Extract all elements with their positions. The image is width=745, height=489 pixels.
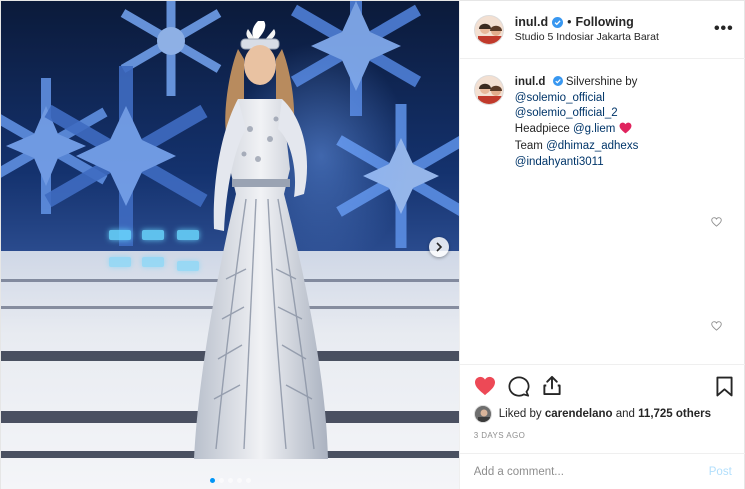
- led-panel: [109, 230, 131, 240]
- avatar[interactable]: [473, 14, 504, 45]
- location-link[interactable]: Studio 5 Indosiar Jakarta Barat: [515, 30, 659, 45]
- carousel-dot: [228, 478, 233, 483]
- heart-filled-icon[interactable]: [474, 376, 496, 401]
- separator-dot: •: [567, 14, 572, 29]
- led-panel: [142, 257, 164, 267]
- led-panel: [142, 230, 164, 240]
- carousel-dot: [246, 478, 251, 483]
- comment-like-icon[interactable]: [711, 318, 722, 336]
- comment-like-icon[interactable]: [711, 214, 722, 232]
- carousel-next-button[interactable]: [429, 237, 449, 257]
- post-sidebar: inul.d • Following Studio 5 Indosiar Jak…: [458, 1, 745, 489]
- instagram-post: inul.d • Following Studio 5 Indosiar Jak…: [0, 0, 745, 489]
- caption-label: Headpiece: [514, 122, 570, 135]
- verified-badge-icon: [552, 16, 564, 28]
- carousel-indicator: [1, 478, 459, 483]
- avatar[interactable]: [473, 75, 504, 105]
- comment-icon[interactable]: [508, 376, 530, 402]
- post-caption: inul.d Silvershine by @solemio_official …: [473, 75, 734, 170]
- bookmark-icon[interactable]: [716, 376, 733, 402]
- caption-line: Silvershine by: [565, 76, 638, 88]
- led-panel: [109, 257, 131, 267]
- following-button[interactable]: Following: [575, 15, 633, 30]
- likes-summary: Liked by carendelano and 11,725 others: [473, 405, 711, 423]
- mention-link[interactable]: @indahyanti3011: [515, 156, 604, 168]
- mention-link[interactable]: @g.liem: [573, 123, 615, 135]
- carousel-dot: [219, 478, 224, 483]
- share-icon[interactable]: [542, 375, 562, 401]
- post-header: inul.d • Following Studio 5 Indosiar Jak…: [459, 1, 745, 59]
- woman-in-gown: [194, 21, 328, 459]
- post-photo[interactable]: [1, 1, 459, 489]
- chevron-right-icon: [436, 242, 443, 252]
- post-date[interactable]: 3 DAYS AGO: [474, 431, 525, 440]
- mention-link[interactable]: @solemio_official_2: [515, 107, 618, 119]
- likes-count[interactable]: 11,725 others: [638, 408, 711, 420]
- caption-text: inul.d Silvershine by @solemio_official …: [514, 75, 638, 170]
- carousel-dot: [210, 478, 215, 483]
- likes-prefix: Liked by: [498, 408, 542, 420]
- add-comment-bar: Post: [459, 453, 745, 489]
- heart-emoji-icon: [619, 122, 632, 140]
- liker-username[interactable]: carendelano: [545, 408, 613, 420]
- action-bar: [459, 364, 745, 408]
- caption-label: Team: [514, 140, 543, 152]
- username-link[interactable]: inul.d: [515, 15, 548, 30]
- avatar[interactable]: [473, 405, 492, 423]
- mention-link[interactable]: @dhimaz_adhexs: [546, 140, 638, 152]
- likes-conjunction: and: [615, 408, 635, 420]
- more-dots-icon[interactable]: •••: [714, 20, 734, 38]
- comment-input[interactable]: [473, 466, 709, 478]
- post-comment-button[interactable]: Post: [709, 466, 732, 478]
- caption-username[interactable]: inul.d: [515, 76, 546, 88]
- verified-badge-icon: [552, 76, 563, 86]
- mention-link[interactable]: @solemio_official: [515, 92, 605, 104]
- carousel-dot: [237, 478, 242, 483]
